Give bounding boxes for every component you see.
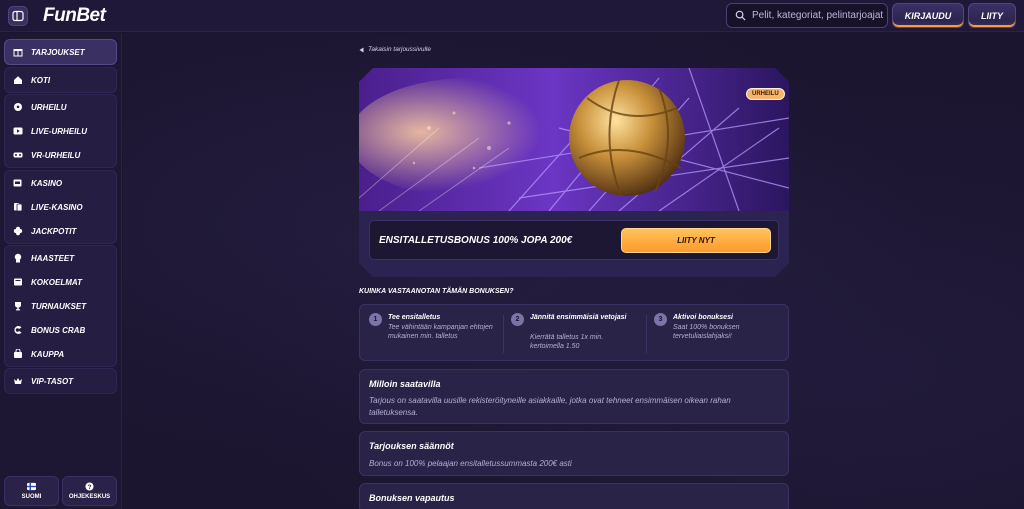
top-bar: FunBet KIRJAUDU LIITY [0, 0, 1024, 32]
nav-group-casino: KASINO LIVE-KASINO JACKPOTIT [4, 170, 117, 244]
soccer-ball-icon [13, 102, 23, 112]
sidebar-item-vr-urheilu[interactable]: VR-URHEILU [5, 143, 116, 167]
nav-group-sports: URHEILU LIVE-URHEILU VR-URHEILU [4, 94, 117, 168]
chevron-left-icon [359, 47, 364, 52]
finnish-flag-icon [27, 482, 36, 491]
vr-headset-icon [13, 150, 23, 160]
panel-icon [12, 10, 24, 22]
sidebar-item-kokoelmat[interactable]: KOKOELMAT [5, 270, 116, 294]
release-title: Bonuksen vapautus [369, 493, 455, 503]
sidebar-item-label: VR-URHEILU [31, 150, 81, 160]
nav-group-offers: TARJOUKSET [4, 39, 117, 65]
shop-icon [13, 349, 23, 359]
play-icon [13, 126, 23, 136]
nav-group-vip: VIP-TASOT [4, 368, 117, 394]
sidebar-item-vip-tasot[interactable]: VIP-TASOT [5, 369, 116, 393]
sidebar-item-jackpotit[interactable]: JACKPOTIT [5, 219, 116, 243]
sidebar-item-koti[interactable]: KOTI [5, 68, 116, 92]
join-button[interactable]: LIITY [968, 3, 1016, 28]
slot-icon [13, 178, 23, 188]
offer-bar: ENSITALLETUSBONUS 100% JOPA 200€ LIITY N… [369, 220, 779, 260]
availability-section: Milloin saatavilla Tarjous on saatavilla… [359, 369, 789, 424]
sidebar-toggle-button[interactable] [8, 6, 28, 26]
rules-section: Tarjouksen säännöt Bonus on 100% pelaaja… [359, 431, 789, 476]
promo-banner-image [359, 68, 789, 211]
steps-panel: 1 Tee ensitalletus Tee vähintään kampanj… [359, 304, 789, 361]
step-title: Tee ensitalletus [388, 314, 441, 321]
nav-group-home: KOTI [4, 67, 117, 93]
sidebar-item-label: HAASTEET [31, 253, 75, 263]
sidebar-item-urheilu[interactable]: URHEILU [5, 95, 116, 119]
offer-title: ENSITALLETUSBONUS 100% JOPA 200€ [379, 235, 573, 246]
clover-icon [13, 226, 23, 236]
home-icon [13, 75, 23, 85]
language-label: SUOMI [21, 494, 42, 500]
sidebar-item-label: KAUPPA [31, 349, 65, 359]
step-divider [646, 315, 647, 353]
step-title: Jännitä ensimmäisiä vetojasi [530, 314, 627, 321]
sidebar-item-kasino[interactable]: KASINO [5, 171, 116, 195]
nav-group-features: HAASTEET KOKOELMAT TURNAUKSET BONUS CRAB… [4, 245, 117, 367]
bonus-release-section: Bonuksen vapautus [359, 483, 789, 509]
sidebar-item-haasteet[interactable]: HAASTEET [5, 246, 116, 270]
sidebar-item-label: KASINO [31, 178, 63, 188]
step-number: 1 [369, 313, 382, 326]
help-icon: ? [85, 482, 94, 491]
search-icon [735, 10, 746, 21]
help-label: OHJEKESKUS [68, 494, 111, 500]
sidebar-item-live-urheilu[interactable]: LIVE-URHEILU [5, 119, 116, 143]
availability-title: Milloin saatavilla [369, 379, 441, 389]
album-icon [13, 277, 23, 287]
step-title: Aktivoi bonuksesi [673, 314, 733, 321]
join-now-button[interactable]: LIITY NYT [621, 228, 771, 253]
svg-text:?: ? [88, 484, 92, 491]
sidebar-item-label: BONUS CRAB [31, 325, 86, 335]
rules-title: Tarjouksen säännöt [369, 441, 454, 451]
sidebar-item-kauppa[interactable]: KAUPPA [5, 342, 116, 366]
sidebar: TARJOUKSET KOTI URHEILU LIVE-URHEILU VR-… [0, 33, 122, 509]
sidebar-item-turnaukset[interactable]: TURNAUKSET [5, 294, 116, 318]
crab-claw-icon [13, 325, 23, 335]
rules-body: Bonus on 100% pelaajan ensitalletussumma… [369, 459, 572, 468]
help-center-button[interactable]: ? OHJEKESKUS [62, 476, 117, 506]
gift-icon [13, 47, 23, 57]
sidebar-item-label: JACKPOTIT [31, 226, 77, 236]
search-box[interactable] [726, 3, 888, 28]
sidebar-item-label: TARJOUKSET [31, 47, 85, 57]
trophy-icon [13, 301, 23, 311]
back-to-offers-link[interactable]: Takaisin tarjoussivulle [359, 46, 431, 53]
sidebar-item-label: TURNAUKSET [31, 301, 87, 311]
cards-icon [13, 202, 23, 212]
sidebar-item-label: KOKOELMAT [31, 277, 82, 287]
sidebar-item-bonus-crab[interactable]: BONUS CRAB [5, 318, 116, 342]
step-number: 2 [511, 313, 524, 326]
step-number: 3 [654, 313, 667, 326]
category-badge: URHEILU [746, 88, 785, 100]
sidebar-item-label: LIVE-URHEILU [31, 126, 87, 136]
login-button[interactable]: KIRJAUDU [892, 3, 964, 28]
sidebar-item-tarjoukset[interactable]: TARJOUKSET [5, 40, 116, 64]
step-body: Tee vähintään kampanjan ehtojen mukainen… [388, 324, 493, 340]
back-link-label: Takaisin tarjoussivulle [368, 46, 431, 53]
search-input[interactable] [752, 10, 887, 21]
step-body: Saat 100% bonuksen tervetuliaislahjaksi! [673, 324, 740, 340]
language-button[interactable]: SUOMI [4, 476, 59, 506]
step-body: Kierrätä talletus 1x min. kertoimella 1.… [530, 334, 604, 350]
how-to-claim-heading: KUINKA VASTAANOTAN TÄMÄN BONUKSEN? [359, 288, 514, 295]
sidebar-item-label: LIVE-KASINO [31, 202, 83, 212]
sidebar-item-label: VIP-TASOT [31, 376, 74, 386]
crown-icon [13, 376, 23, 386]
medal-icon [13, 253, 23, 263]
step-divider [503, 315, 504, 353]
availability-body: Tarjous on saatavilla uusille rekisteröi… [369, 396, 731, 417]
sidebar-item-label: URHEILU [31, 102, 67, 112]
sidebar-item-live-kasino[interactable]: LIVE-KASINO [5, 195, 116, 219]
sidebar-item-label: KOTI [31, 75, 51, 85]
funbet-logo[interactable]: FunBet [43, 5, 106, 27]
